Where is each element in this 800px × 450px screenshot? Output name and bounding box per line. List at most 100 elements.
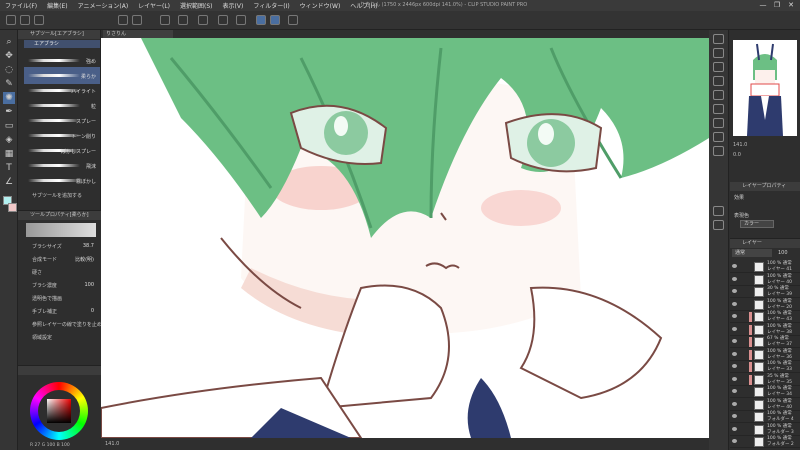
gradient-tool-icon[interactable]: ▦ [3,148,15,160]
layer-search-icon[interactable] [713,76,724,86]
select-all-icon[interactable] [236,15,246,25]
drawing-canvas[interactable] [101,38,709,438]
property-row[interactable]: 合成モード 比較(明) [32,256,100,265]
layer-panel-icon[interactable] [713,220,724,230]
maximize-button[interactable]: ❐ [770,0,784,11]
airbrush-tool-icon[interactable]: ✺ [3,92,15,104]
clear-icon[interactable] [160,15,170,25]
menu-file[interactable]: ファイル(F) [0,1,42,10]
menu-animation[interactable]: アニメーション(A) [73,1,134,10]
info-icon[interactable] [713,62,724,72]
visibility-eye-icon[interactable] [732,351,737,356]
visibility-eye-icon[interactable] [732,426,737,431]
eraser-tool-icon[interactable]: ▭ [3,120,15,132]
save-icon[interactable] [34,15,44,25]
fill-tool-icon[interactable]: ◈ [3,134,15,146]
layer-row[interactable]: 35 % 通常 レイヤー 35 [730,374,800,386]
property-row[interactable]: ブラシ濃度 100 [32,282,100,291]
property-row[interactable]: 透明色で描画 [32,295,100,304]
crop-icon[interactable] [198,15,208,25]
menu-edit[interactable]: 編集(E) [42,1,72,10]
layer-row[interactable]: 100 % 通常 レイヤー 40 [730,399,800,411]
eyedropper-tool-icon[interactable]: ✎ [3,78,15,90]
visibility-eye-icon[interactable] [732,376,737,381]
visibility-eye-icon[interactable] [732,314,737,318]
layer-thumbnail [754,312,764,322]
history-icon[interactable] [713,104,724,114]
visibility-eye-icon[interactable] [732,364,737,368]
fill-icon[interactable] [218,15,228,25]
property-row[interactable]: 手ブレ補正 0 [32,308,100,317]
sub-view-icon[interactable] [713,48,724,58]
redo-icon[interactable] [132,15,142,25]
menu-layer[interactable]: レイヤー(L) [133,1,175,10]
text-tool-icon[interactable]: T [3,162,15,174]
layer-row[interactable]: 100 % 通常 レイヤー 33 [730,361,800,373]
layer-row[interactable]: 100 % 通常 レイヤー 34 [730,386,800,398]
menu-filter[interactable]: フィルター(I) [248,1,294,10]
material-icon[interactable] [713,206,724,216]
visibility-eye-icon[interactable] [732,289,737,293]
layer-thumbnail [754,399,764,410]
new-file-icon[interactable] [6,15,16,25]
property-label: 硬さ [32,270,43,276]
transform-icon[interactable] [178,15,188,25]
snap-grid-icon[interactable] [288,15,298,25]
layer-row[interactable]: 67 % 通常 レイヤー 37 [730,336,800,348]
layer-row[interactable]: 100 % 通常 フォルダー 2 [730,436,800,448]
property-row[interactable]: ブラシサイズ 38.7 [32,243,100,252]
layer-row[interactable]: 100 % 通常 フォルダー 3 [730,424,800,436]
move-tool-icon[interactable]: ✥ [3,50,15,62]
layer-row[interactable]: 100 % 通常 レイヤー 41 [730,261,800,273]
add-sub-tool-button[interactable]: サブツールを追加する [32,192,82,199]
visibility-eye-icon[interactable] [732,301,737,306]
lasso-tool-icon[interactable]: ◌ [3,64,15,76]
visibility-eye-icon[interactable] [732,414,737,418]
pen-tool-icon[interactable]: ✒ [3,106,15,118]
snap-special-ruler-icon[interactable] [270,15,280,25]
animation-icon[interactable] [713,90,724,100]
zoom-tool-icon[interactable]: ⌕ [3,36,15,48]
brush-item[interactable]: 霧ぼかし [24,172,100,189]
layer-row[interactable]: 100 % 通常 レイヤー 38 [730,324,800,336]
visibility-eye-icon[interactable] [732,264,737,268]
document-tab[interactable]: りさりん [103,30,173,38]
property-row[interactable]: 参照レイヤーの線で塗りを止める [32,321,107,330]
layer-opacity[interactable]: 100 [778,249,788,257]
navigator-icon[interactable] [713,34,724,44]
ruler-tool-icon[interactable]: ∠ [3,176,15,188]
snap-ruler-icon[interactable] [256,15,266,25]
open-file-icon[interactable] [20,15,30,25]
visibility-eye-icon[interactable] [732,276,737,281]
layer-row[interactable]: 100 % 通常 レイヤー 36 [730,349,800,361]
auto-action-icon[interactable] [713,118,724,128]
sub-color-swatch[interactable] [8,203,17,212]
brush-stroke-preview [28,74,80,77]
visibility-eye-icon[interactable] [732,389,737,393]
visibility-eye-icon[interactable] [732,339,737,343]
color-wheel[interactable] [30,382,88,440]
close-button[interactable]: ✕ [784,0,798,11]
layer-row[interactable]: 100 % 通常 レイヤー 43 [730,311,800,323]
menu-window[interactable]: ウィンドウ(W) [295,1,346,10]
layer-property-icon[interactable] [713,146,724,156]
menu-selection[interactable]: 選択範囲(S) [175,1,218,10]
menu-view[interactable]: 表示(V) [218,1,249,10]
layer-row[interactable]: 100 % 通常 レイヤー 40 [730,274,800,286]
undo-icon[interactable] [118,15,128,25]
visibility-eye-icon[interactable] [732,439,737,443]
layer-row[interactable]: 30 % 通常 レイヤー 39 [730,286,800,298]
visibility-eye-icon[interactable] [732,401,737,406]
item-bank-icon[interactable] [713,132,724,142]
minimize-button[interactable]: — [756,0,770,11]
saturation-value-square[interactable] [47,399,71,423]
blend-mode-select[interactable]: 通常 [732,249,772,257]
visibility-eye-icon[interactable] [732,326,737,331]
expression-color-select[interactable]: カラー [740,220,774,228]
navigator-thumbnail[interactable] [733,40,797,136]
sub-tool-group-tab[interactable]: エアブラシ [24,40,100,48]
layer-row[interactable]: 100 % 通常 フォルダー 4 [730,411,800,423]
property-row[interactable]: 硬さ [32,269,100,278]
layer-row[interactable]: 100 % 通常 レイヤー 20 [730,299,800,311]
property-row[interactable]: 領域設定 [32,334,100,343]
